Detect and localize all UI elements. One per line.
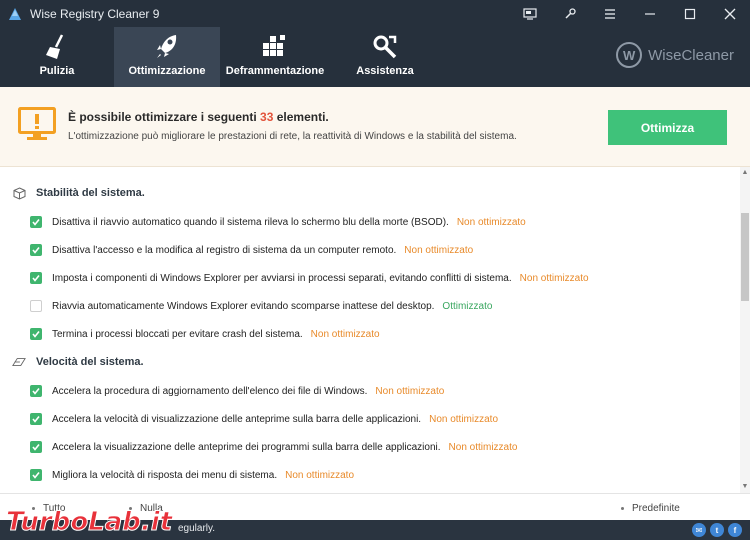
banner-headline: È possibile ottimizzare i seguenti 33 el… bbox=[68, 110, 329, 124]
section-header-speed[interactable]: Velocità del sistema. bbox=[0, 352, 740, 372]
item-checkbox[interactable] bbox=[30, 385, 42, 397]
defaults-label: Predefinite bbox=[632, 503, 680, 514]
item-checkbox[interactable] bbox=[30, 300, 42, 312]
item-description: Riavvia automaticamente Windows Explorer… bbox=[52, 300, 435, 312]
turbolab-watermark: TurboLab.it bbox=[6, 507, 175, 538]
item-status: Non ottimizzato bbox=[375, 385, 445, 397]
item-text: Disattiva l'accesso e la modifica al reg… bbox=[52, 245, 473, 256]
app-logo-icon bbox=[6, 5, 24, 23]
item-checkbox[interactable] bbox=[30, 469, 42, 481]
item-text: Accelera la velocità di visualizzazione … bbox=[52, 414, 498, 425]
section-title: Velocità del sistema. bbox=[36, 356, 144, 368]
tab-assistenza-label: Assistenza bbox=[356, 65, 414, 77]
skin-icon[interactable] bbox=[550, 0, 590, 27]
watermark-text: TurboLab.it bbox=[6, 507, 174, 537]
tools-icon bbox=[371, 27, 399, 63]
tab-ottimizzazione[interactable]: Ottimizzazione bbox=[114, 27, 220, 87]
item-description: Termina i processi bloccati per evitare … bbox=[52, 328, 303, 340]
tab-deframmentazione[interactable]: Deframmentazione bbox=[220, 27, 330, 87]
item-description: Migliora la velocità di risposta dei men… bbox=[52, 469, 278, 481]
title-bar: Wise Registry Cleaner 9 bbox=[0, 0, 750, 27]
broom-icon bbox=[44, 27, 70, 63]
item-text: Imposta i componenti di Windows Explorer… bbox=[52, 273, 589, 284]
item-text: Disattiva il riavvio automatico quando i… bbox=[52, 217, 526, 228]
item-status: Non ottimizzato bbox=[404, 244, 474, 256]
item-text: Accelera la procedura di aggiornamento d… bbox=[52, 386, 444, 397]
item-status: Non ottimizzato bbox=[429, 413, 499, 425]
bullet-icon bbox=[621, 507, 624, 510]
section-title: Stabilità del sistema. bbox=[36, 187, 145, 199]
list-item[interactable]: Disattiva il riavvio automatico quando i… bbox=[0, 212, 740, 232]
wisecleaner-logo-text: WiseCleaner bbox=[648, 46, 734, 64]
item-status: Non ottimizzato bbox=[456, 216, 526, 228]
list-item[interactable]: Accelera la procedura di aggiornamento d… bbox=[0, 381, 740, 401]
item-description: Imposta i componenti di Windows Explorer… bbox=[52, 272, 512, 284]
optimization-list: Stabilità del sistema. Disattiva il riav… bbox=[0, 167, 740, 493]
list-item[interactable]: Disattiva l'accesso e la modifica al reg… bbox=[0, 240, 740, 260]
item-checkbox[interactable] bbox=[30, 413, 42, 425]
list-item[interactable]: Riavvia automaticamente Windows Explorer… bbox=[0, 296, 740, 316]
tab-deframmentazione-label: Deframmentazione bbox=[225, 65, 325, 77]
blocks-icon bbox=[261, 27, 289, 63]
headline-prefix: È possibile ottimizzare i seguenti bbox=[68, 110, 261, 124]
rocket-icon bbox=[154, 27, 180, 63]
headline-suffix: elementi. bbox=[273, 110, 329, 124]
item-text: Migliora la velocità di risposta dei men… bbox=[52, 470, 354, 481]
scroll-down-arrow-icon[interactable]: ▼ bbox=[740, 483, 750, 491]
list-item[interactable]: Termina i processi bloccati per evitare … bbox=[0, 324, 740, 344]
item-description: Accelera la visualizzazione delle antepr… bbox=[52, 441, 441, 453]
defaults-link[interactable]: Predefinite bbox=[621, 503, 680, 514]
scroll-up-arrow-icon[interactable]: ▲ bbox=[740, 169, 750, 177]
section-header-stability[interactable]: Stabilità del sistema. bbox=[0, 183, 740, 203]
item-text: Accelera la visualizzazione delle antepr… bbox=[52, 442, 517, 453]
wisecleaner-logo-mark: W bbox=[616, 42, 643, 68]
twitter-icon[interactable]: t bbox=[710, 523, 724, 537]
tab-ottimizzazione-label: Ottimizzazione bbox=[128, 65, 206, 77]
item-status: Non ottimizzato bbox=[285, 469, 355, 481]
item-status: Non ottimizzato bbox=[519, 272, 589, 284]
optimize-button[interactable]: Ottimizza bbox=[608, 110, 727, 145]
close-icon[interactable] bbox=[710, 0, 750, 27]
tab-assistenza[interactable]: Assistenza bbox=[330, 27, 440, 87]
menu-icon[interactable] bbox=[590, 0, 630, 27]
window-title: Wise Registry Cleaner 9 bbox=[30, 6, 160, 21]
item-text: Termina i processi bloccati per evitare … bbox=[52, 329, 380, 340]
item-description: Disattiva il riavvio automatico quando i… bbox=[52, 216, 449, 228]
item-checkbox[interactable] bbox=[30, 272, 42, 284]
optimization-banner: È possibile ottimizzare i seguenti 33 el… bbox=[0, 87, 750, 167]
item-text: Riavvia automaticamente Windows Explorer… bbox=[52, 301, 492, 312]
list-item[interactable]: Accelera la visualizzazione delle antepr… bbox=[0, 437, 740, 457]
tab-pulizia[interactable]: Pulizia bbox=[0, 27, 114, 87]
monitor-icon[interactable] bbox=[510, 0, 550, 27]
warning-monitor-icon bbox=[18, 107, 56, 144]
item-description: Accelera la procedura di aggiornamento d… bbox=[52, 385, 368, 397]
item-checkbox[interactable] bbox=[30, 244, 42, 256]
cube-icon bbox=[12, 186, 26, 200]
item-checkbox[interactable] bbox=[30, 441, 42, 453]
items-count: 33 bbox=[260, 110, 274, 124]
wisecleaner-logo[interactable]: W WiseCleaner bbox=[616, 42, 734, 68]
list-item[interactable]: Imposta i componenti di Windows Explorer… bbox=[0, 268, 740, 288]
minimize-icon[interactable] bbox=[630, 0, 670, 27]
banner-description: L'ottimizzazione può migliorare le prest… bbox=[68, 131, 517, 142]
item-description: Accelera la velocità di visualizzazione … bbox=[52, 413, 422, 425]
speed-icon bbox=[12, 355, 26, 369]
list-scrollbar[interactable]: ▲ ▼ bbox=[740, 167, 750, 493]
maximize-icon[interactable] bbox=[670, 0, 710, 27]
item-description: Disattiva l'accesso e la modifica al reg… bbox=[52, 244, 397, 256]
item-status: Non ottimizzato bbox=[448, 441, 518, 453]
scroll-thumb[interactable] bbox=[741, 213, 749, 301]
main-toolbar: Pulizia Ottimizzazione Deframmentazione … bbox=[0, 27, 750, 87]
item-status: Ottimizzato bbox=[442, 300, 493, 312]
tab-pulizia-label: Pulizia bbox=[39, 65, 75, 77]
item-checkbox[interactable] bbox=[30, 216, 42, 228]
item-status: Non ottimizzato bbox=[310, 328, 380, 340]
list-item[interactable]: Accelera la velocità di visualizzazione … bbox=[0, 409, 740, 429]
facebook-icon[interactable]: f bbox=[728, 523, 742, 537]
item-checkbox[interactable] bbox=[30, 328, 42, 340]
mail-icon[interactable]: ✉ bbox=[692, 523, 706, 537]
list-item[interactable]: Migliora la velocità di risposta dei men… bbox=[0, 465, 740, 485]
